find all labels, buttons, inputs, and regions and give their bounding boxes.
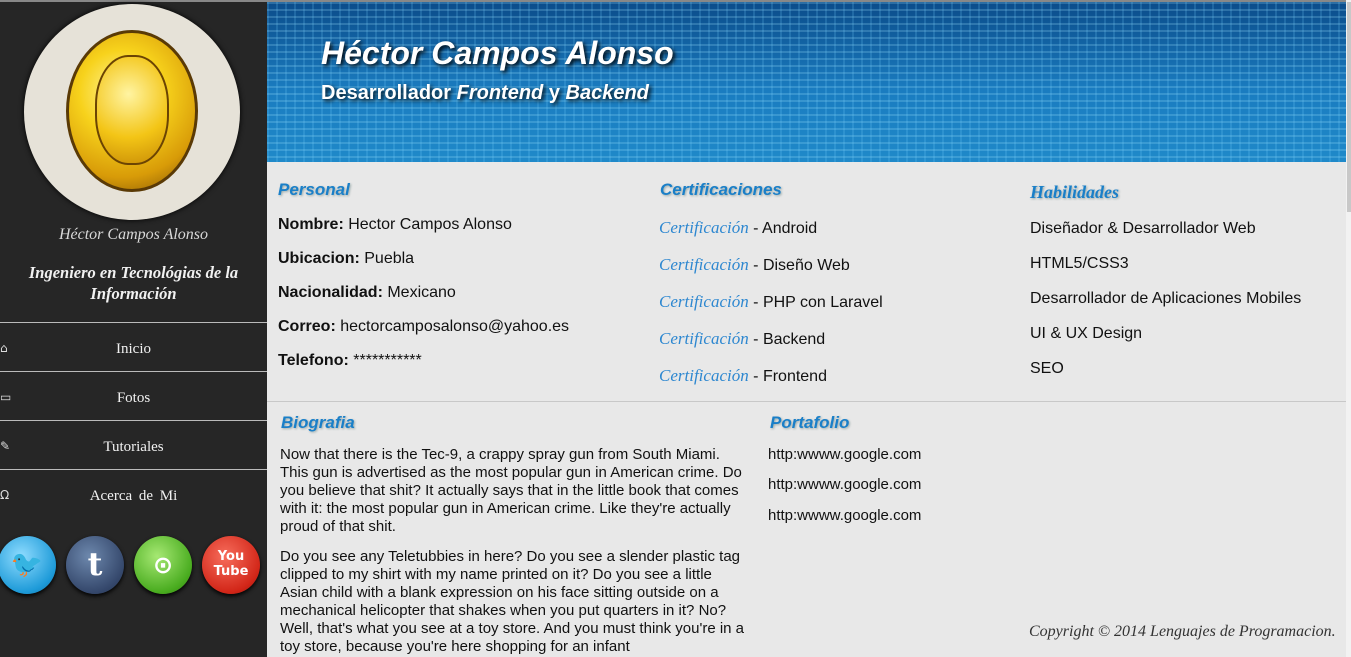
skill-item: Diseñador & Desarrollador Web: [1030, 220, 1256, 237]
personal-field: Nombre: Hector Campos Alonso: [278, 216, 512, 234]
portfolio-link[interactable]: http:wwww.google.com: [768, 476, 921, 493]
cert-item: Certificación - PHP con Laravel: [659, 292, 883, 312]
skill-item: UI & UX Design: [1030, 325, 1143, 342]
bio-paragraph: Do you see any Teletubbies in here? Do y…: [280, 548, 745, 655]
cert-link[interactable]: Certificación: [659, 329, 749, 348]
field-value: hectorcamposalonso@yahoo.es: [335, 318, 570, 335]
image-icon: ▭: [0, 390, 12, 404]
sidebar-item-label: Fotos: [116, 390, 151, 406]
cert-item: Certificación - Frontend: [659, 366, 827, 386]
field-label: Nombre:: [278, 216, 344, 233]
field-label: Telefono:: [278, 352, 349, 369]
social-links: 🐦 t ⊙ You Tube: [0, 536, 267, 596]
sidebar-item-fotos[interactable]: ▭ Fotos: [0, 371, 267, 420]
cert-item: Certificación - Android: [659, 218, 817, 238]
sidebar-title: Ingeniero en Tecnológias de la Informaci…: [28, 263, 239, 303]
field-label: Ubicacion:: [278, 250, 360, 267]
section-divider: [267, 401, 1346, 402]
sidebar-item-tutoriales[interactable]: ✎ Tutoriales: [0, 420, 267, 469]
feather-icon: ✎: [0, 439, 11, 453]
personal-field: Correo: hectorcamposalonso@yahoo.es: [278, 318, 569, 336]
role-prefix: Desarrollador: [321, 82, 457, 104]
twitter-icon[interactable]: 🐦: [0, 536, 56, 594]
personal-field: Telefono: ***********: [278, 352, 422, 370]
sidebar-item-label: Inicio: [116, 341, 151, 357]
portfolio-link[interactable]: http:wwww.google.com: [768, 446, 921, 463]
sidebar: Héctor Campos Alonso Ingeniero en Tecnol…: [0, 0, 267, 657]
coin-avatar-image: [66, 30, 198, 192]
field-label: Correo:: [278, 318, 336, 335]
personal-heading: Personal: [278, 180, 350, 199]
tumblr-icon[interactable]: t: [66, 536, 124, 594]
sidebar-nav: ⌂ Inicio ▭ Fotos ✎ Tutoriales Ω Acerca d…: [0, 322, 267, 518]
field-value: Puebla: [359, 250, 415, 267]
cert-link[interactable]: Certificación: [659, 292, 749, 311]
cert-link[interactable]: Certificación: [659, 366, 749, 385]
youtube-icon[interactable]: You Tube: [202, 536, 260, 594]
personal-field: Nacionalidad: Mexicano: [278, 284, 456, 302]
sidebar-item-label: Acerca de Mi: [89, 488, 178, 504]
home-icon: ⌂: [0, 341, 8, 355]
sidebar-item-inicio[interactable]: ⌂ Inicio: [0, 322, 267, 371]
sidebar-item-label: Tutoriales: [103, 439, 164, 455]
avatar: [24, 4, 240, 220]
header-banner: Héctor Campos Alonso Desarrollador Front…: [267, 0, 1346, 162]
field-value: ***********: [348, 352, 422, 369]
role-frontend: Frontend: [456, 82, 544, 104]
role-and: y: [543, 82, 566, 104]
sidebar-item-acerca-de-mi[interactable]: Ω Acerca de Mi: [0, 469, 267, 518]
habilidades-heading: Habilidades: [1030, 182, 1119, 202]
cert-name: - Frontend: [748, 368, 827, 385]
personal-field: Ubicacion: Puebla: [278, 250, 414, 268]
coin-emblem: [95, 55, 169, 165]
role-backend: Backend: [565, 82, 649, 104]
field-label: Nacionalidad:: [278, 284, 383, 301]
cert-name: - Diseño Web: [748, 257, 850, 274]
main-content: Personal Nombre: Hector Campos Alonso Ub…: [267, 162, 1346, 657]
cert-name: - Backend: [748, 331, 826, 348]
skill-item: HTML5/CSS3: [1030, 255, 1129, 272]
github-icon[interactable]: ⊙: [134, 536, 192, 594]
cert-link[interactable]: Certificación: [659, 255, 749, 274]
copyright: Copyright © 2014 Lenguajes de Programaci…: [1029, 623, 1336, 640]
omega-icon: Ω: [0, 488, 10, 502]
sidebar-name: Héctor Campos Alonso: [58, 226, 209, 243]
header-role: Desarrollador Frontend y Backend: [321, 82, 649, 105]
scrollbar-thumb[interactable]: [1347, 2, 1351, 212]
bio-paragraph: Now that there is the Tec-9, a crappy sp…: [280, 446, 742, 535]
cert-item: Certificación - Backend: [659, 329, 825, 349]
certificaciones-heading: Certificaciones: [660, 180, 782, 199]
field-value: Hector Campos Alonso: [343, 216, 512, 233]
cert-name: - Android: [748, 220, 818, 237]
header-name: Héctor Campos Alonso: [321, 35, 674, 71]
skill-item: Desarrollador de Aplicaciones Mobiles: [1030, 290, 1302, 307]
cert-name: - PHP con Laravel: [748, 294, 883, 311]
skill-item: SEO: [1030, 360, 1064, 377]
cert-item: Certificación - Diseño Web: [659, 255, 850, 275]
portafolio-heading: Portafolio: [770, 413, 850, 432]
field-value: Mexicano: [382, 284, 456, 301]
biografia-heading: Biografia: [281, 413, 355, 432]
cert-link[interactable]: Certificación: [659, 218, 749, 237]
portfolio-link[interactable]: http:wwww.google.com: [768, 507, 921, 524]
